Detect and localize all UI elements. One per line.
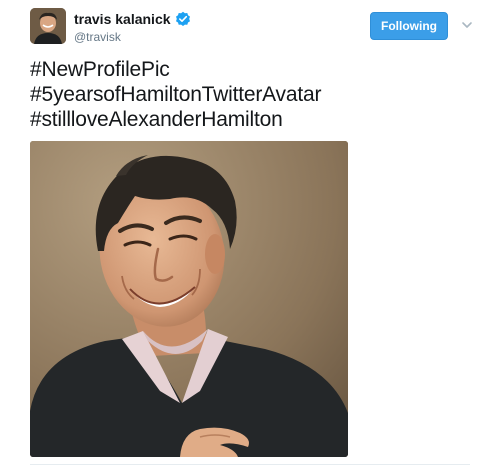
author-username[interactable]: @travisk: [74, 30, 191, 44]
divider: [30, 464, 470, 465]
tweet-header: travis kalanick @travisk Following: [30, 8, 480, 48]
author-avatar[interactable]: [30, 8, 66, 44]
avatar-photo-icon: [30, 8, 66, 44]
verified-badge-icon: [175, 11, 191, 27]
author-name-block[interactable]: travis kalanick @travisk: [74, 10, 191, 44]
tweet-photo[interactable]: [30, 141, 348, 457]
hashtag-link[interactable]: #5yearsofHamiltonTwitterAvatar: [30, 82, 470, 107]
author-name-row: travis kalanick: [74, 10, 191, 28]
following-button[interactable]: Following: [370, 12, 448, 40]
hashtag-link[interactable]: #NewProfilePic: [30, 57, 470, 82]
portrait-photo-icon: [30, 141, 348, 457]
hashtag-link[interactable]: #stillloveAlexanderHamilton: [30, 107, 470, 132]
more-options-chevron-down-icon[interactable]: [460, 18, 474, 32]
tweet-text: #NewProfilePic #5yearsofHamiltonTwitterA…: [30, 57, 470, 132]
author-fullname[interactable]: travis kalanick: [74, 11, 171, 27]
